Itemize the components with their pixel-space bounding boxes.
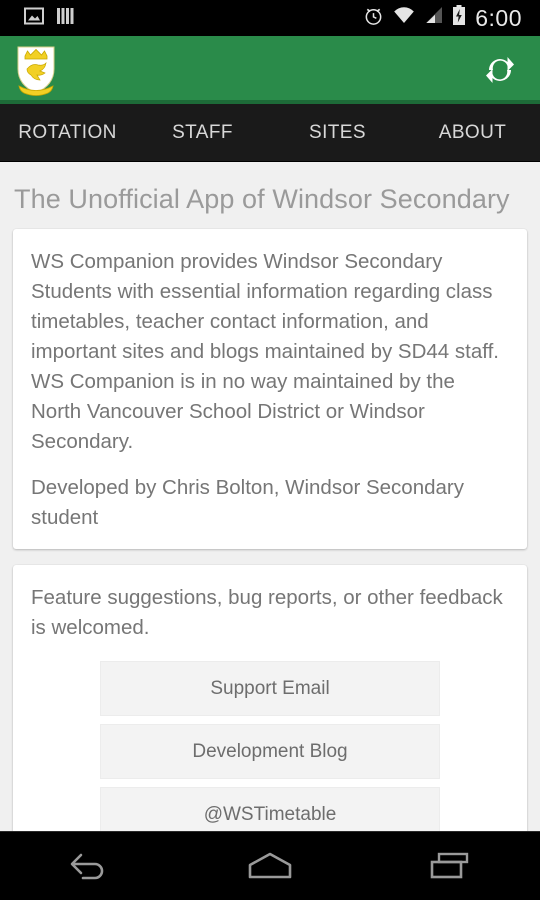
feedback-intro: Feature suggestions, bug reports, or oth… [31,586,503,639]
about-developer: Developed by Chris Bolton, Windsor Secon… [31,476,464,529]
development-blog-button[interactable]: Development Blog [100,724,440,779]
refresh-icon[interactable] [474,44,526,96]
feedback-button-list: Support Email Development Blog @WSTimeta… [31,661,509,831]
main-content: The Unofficial App of Windsor Secondary … [0,162,540,831]
twitter-handle-button[interactable]: @WSTimetable [100,787,440,831]
status-bar-clock: 6:00 [475,4,522,31]
cell-signal-icon [424,6,443,30]
action-bar [0,36,540,104]
about-description: WS Companion provides Windsor Secondary … [31,250,499,453]
tab-about[interactable]: ABOUT [405,104,540,161]
status-bar-left-icons [24,6,74,31]
tab-staff[interactable]: STAFF [135,104,270,161]
tab-rotation[interactable]: ROTATION [0,104,135,161]
status-bar-right-icons: 6:00 [363,5,522,31]
page-title: The Unofficial App of Windsor Secondary [14,184,510,214]
back-button[interactable] [35,832,145,900]
windsor-secondary-crest-logo [14,43,58,97]
tab-sites[interactable]: SITES [270,104,405,161]
alarm-clock-icon [363,5,384,31]
phone-screen: 6:00 ROTATION STAFF SITES ABOUT The Unof… [0,0,540,900]
navigation-bar [0,831,540,900]
equalizer-icon [56,6,74,31]
recents-button[interactable] [395,832,505,900]
battery-charging-icon [452,5,466,31]
wifi-icon [393,6,415,30]
about-card: WS Companion provides Windsor Secondary … [13,229,527,549]
feedback-card: Feature suggestions, bug reports, or oth… [13,565,527,831]
screenshot-image-icon [24,6,44,31]
tab-bar: ROTATION STAFF SITES ABOUT [0,104,540,162]
support-email-button[interactable]: Support Email [100,661,440,716]
status-bar: 6:00 [0,0,540,36]
home-button[interactable] [215,832,325,900]
